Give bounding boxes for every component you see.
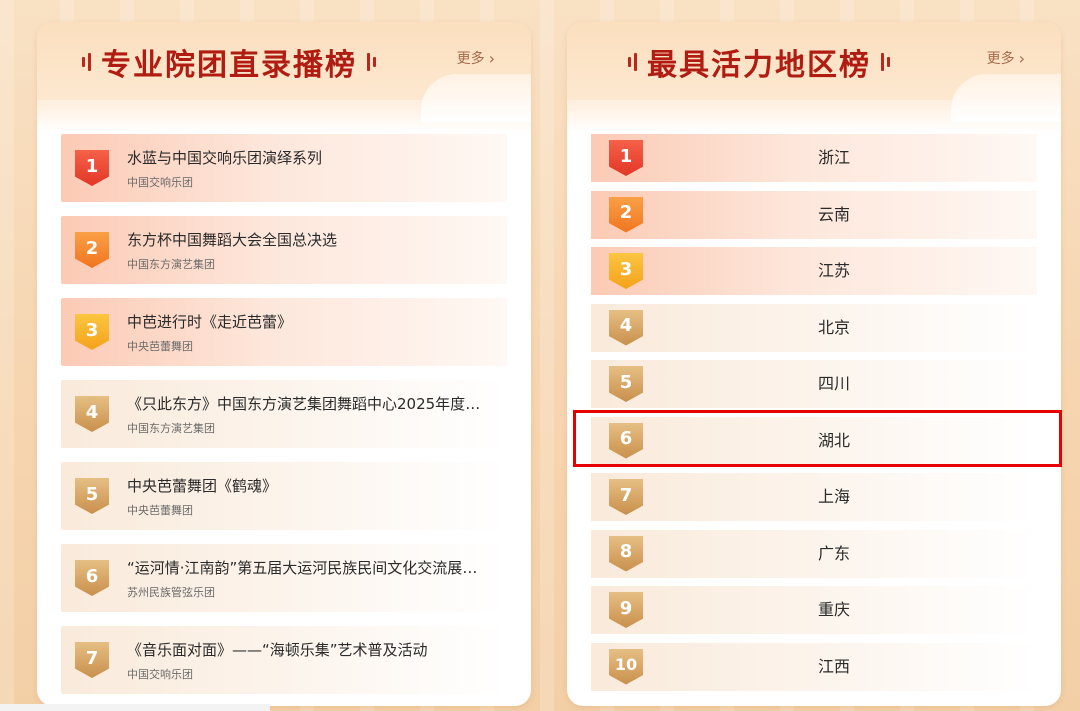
- more-link[interactable]: 更多 ›: [987, 48, 1025, 68]
- rank-badge-icon: 7: [75, 642, 109, 678]
- item-title: 水蓝与中国交响乐团演绎系列: [127, 149, 323, 167]
- list-item[interactable]: 5 四川: [591, 360, 1037, 408]
- panel-title-wrap: 专业院团直录播榜: [37, 40, 421, 84]
- more-label: 更多: [456, 51, 485, 67]
- item-subtitle: 中国交响乐团: [127, 176, 193, 189]
- rank-badge-icon: 6: [75, 560, 109, 596]
- panel-title: 最具活力地区榜: [647, 48, 871, 83]
- region-name: 北京: [817, 317, 850, 337]
- chevron-right-icon: ›: [1018, 48, 1025, 68]
- highlight-box: [573, 410, 1062, 467]
- region-ranking-panel: 最具活力地区榜 更多 › 1 浙江 2 云南 3 江苏 4 北京 5 四川 6 …: [567, 22, 1061, 706]
- region-name: 重庆: [817, 600, 850, 619]
- chevron-right-icon: ›: [488, 48, 495, 68]
- panel-title-wrap: 最具活力地区榜: [567, 40, 951, 84]
- list-item[interactable]: 1 水蓝与中国交响乐团演绎系列 中国交响乐团: [61, 134, 507, 202]
- title-decoration-left-icon: [628, 53, 637, 71]
- region-name: 云南: [817, 204, 850, 224]
- region-name: 江苏: [817, 261, 850, 280]
- region-name: 上海: [817, 487, 850, 506]
- item-title: 《只此东方》中国东方演艺集团舞蹈中心2025年度业...: [127, 395, 491, 413]
- title-decoration-right-icon: [367, 53, 376, 71]
- item-title: 东方杯中国舞蹈大会全国总决选: [127, 231, 338, 249]
- list-item[interactable]: 9 重庆: [591, 586, 1037, 634]
- rank-badge-icon: 3: [75, 314, 109, 350]
- list-item[interactable]: 10 江西: [591, 642, 1037, 691]
- region-name: 四川: [817, 374, 850, 393]
- item-title: 中央芭蕾舞团《鹤魂》: [127, 477, 278, 495]
- region-name: 浙江: [817, 148, 850, 167]
- list-item[interactable]: 7 上海: [591, 473, 1037, 521]
- list-item[interactable]: 7 《音乐面对面》——“海顿乐集”艺术普及活动 中国交响乐团: [61, 626, 507, 694]
- list-item[interactable]: 4 《只此东方》中国东方演艺集团舞蹈中心2025年度业... 中国东方演艺集团: [61, 380, 507, 448]
- rank-badge-icon: 4: [75, 396, 109, 432]
- bottom-strip: [0, 704, 270, 711]
- list-item[interactable]: 8 广东: [591, 529, 1037, 578]
- item-title: “运河情·江南韵”第五届大运河民族民间文化交流展示...: [127, 559, 491, 577]
- program-list: 1 水蓝与中国交响乐团演绎系列 中国交响乐团 2 东方杯中国舞蹈大会全国总决选 …: [61, 134, 507, 706]
- title-decoration-right-icon: [881, 53, 890, 71]
- title-decoration-left-icon: [82, 53, 91, 71]
- header-corner: [421, 74, 531, 122]
- list-item[interactable]: 5 中央芭蕾舞团《鹤魂》 中央芭蕾舞团: [61, 462, 507, 530]
- item-subtitle: 中国东方演艺集团: [127, 422, 215, 435]
- program-ranking-panel: 专业院团直录播榜 更多 › 1 水蓝与中国交响乐团演绎系列 中国交响乐团 2 东…: [37, 22, 531, 706]
- list-item[interactable]: 2 东方杯中国舞蹈大会全国总决选 中国东方演艺集团: [61, 216, 507, 284]
- list-item[interactable]: 6 “运河情·江南韵”第五届大运河民族民间文化交流展示... 苏州民族管弦乐团: [61, 544, 507, 612]
- list-item[interactable]: 2 云南: [591, 190, 1037, 239]
- item-subtitle: 中国东方演艺集团: [127, 258, 215, 271]
- item-subtitle: 中央芭蕾舞团: [127, 504, 193, 517]
- item-title: 中芭进行时《走近芭蕾》: [127, 313, 293, 331]
- panel-header: 专业院团直录播榜 更多 ›: [37, 22, 531, 132]
- list-item[interactable]: 1 浙江: [591, 134, 1037, 182]
- region-name: 江西: [817, 656, 850, 676]
- rank-badge-icon: 5: [75, 478, 109, 514]
- more-label: 更多: [986, 51, 1015, 67]
- panel-header: 最具活力地区榜 更多 ›: [567, 22, 1061, 132]
- rank-badge-icon: 1: [75, 150, 109, 186]
- rank-badge-icon: 2: [75, 232, 109, 268]
- item-subtitle: 苏州民族管弦乐团: [127, 586, 215, 599]
- header-corner: [951, 74, 1061, 122]
- list-item[interactable]: 3 中芭进行时《走近芭蕾》 中央芭蕾舞团: [61, 298, 507, 366]
- more-link[interactable]: 更多 ›: [457, 48, 495, 68]
- item-subtitle: 中国交响乐团: [127, 668, 193, 681]
- list-item[interactable]: 3 江苏: [591, 247, 1037, 295]
- item-title: 《音乐面对面》——“海顿乐集”艺术普及活动: [127, 641, 428, 659]
- panel-title: 专业院团直录播榜: [101, 48, 357, 83]
- item-subtitle: 中央芭蕾舞团: [127, 340, 193, 353]
- list-item[interactable]: 4 北京: [591, 303, 1037, 352]
- region-name: 广东: [817, 543, 850, 563]
